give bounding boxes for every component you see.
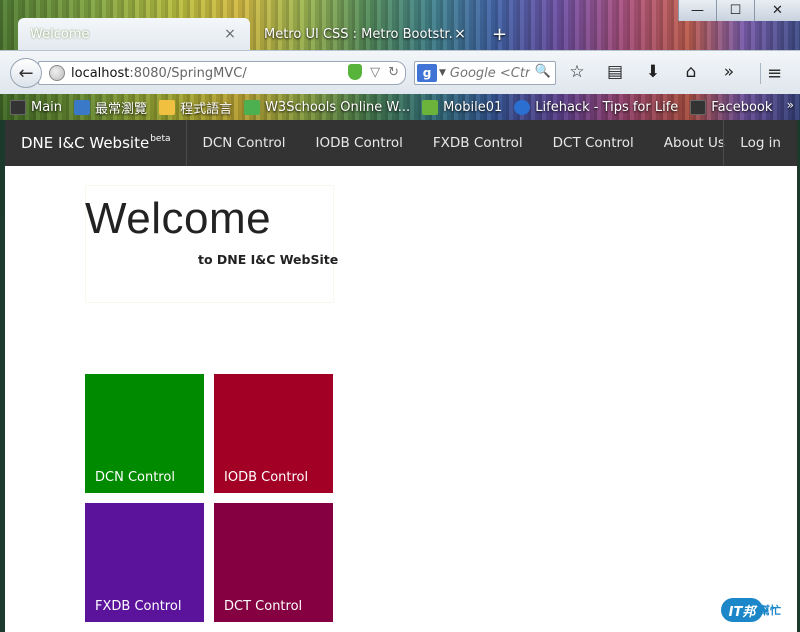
folder-icon: [159, 99, 176, 115]
page-icon: [690, 99, 707, 115]
site-brand[interactable]: DNE I&C Website beta: [5, 120, 188, 166]
bookmark-facebook[interactable]: Facebook: [690, 99, 772, 115]
page-subtitle: to DNE I&C WebSite: [198, 252, 339, 267]
tile-label: DCN Control: [95, 470, 175, 485]
tile-label: IODB Control: [224, 470, 309, 485]
watermark-text: 幫忙: [759, 604, 781, 617]
back-arrow-icon: ←: [18, 62, 34, 84]
tile-dcn-control[interactable]: DCN Control: [85, 374, 204, 493]
nav-iodb-control[interactable]: IODB Control: [301, 120, 418, 166]
window-controls: — ☐ ✕: [678, 0, 800, 22]
nav-dct-control[interactable]: DCT Control: [538, 120, 649, 166]
page-icon: [10, 99, 26, 115]
dropdown-icon[interactable]: ▽: [370, 65, 380, 80]
toolbar-icons: ☆ ▤ ⬇ ⌂ »: [566, 62, 740, 82]
maximize-button[interactable]: ☐: [716, 0, 754, 21]
minimize-button[interactable]: —: [678, 0, 716, 21]
bookmark-most-visited[interactable]: 最常瀏覽: [74, 98, 147, 117]
bookmark-w3schools[interactable]: W3Schools Online W...: [244, 99, 410, 115]
nav-fxdb-control[interactable]: FXDB Control: [418, 120, 538, 166]
url-path: :8080/SpringMVC/: [129, 65, 247, 81]
url-actions: ▽ ↻: [348, 64, 399, 80]
download-icon[interactable]: ⬇: [642, 62, 664, 82]
watermark-logo: IT邦: [721, 598, 763, 622]
shield-icon[interactable]: [348, 64, 363, 80]
page-title: Welcome: [85, 194, 272, 243]
tile-dct-control[interactable]: DCT Control: [214, 503, 333, 622]
search-icon[interactable]: 🔍: [535, 64, 551, 79]
bookmarks-overflow-icon[interactable]: »: [787, 98, 794, 112]
url-host: localhost: [71, 65, 130, 81]
menu-icon[interactable]: ≡: [760, 63, 782, 84]
tile-label: FXDB Control: [95, 599, 182, 614]
chevron-down-icon[interactable]: ▼: [439, 68, 446, 78]
tile-iodb-control[interactable]: IODB Control: [214, 374, 333, 493]
tab-title: Welcome: [30, 26, 90, 42]
close-window-button[interactable]: ✕: [754, 0, 800, 21]
tab-welcome[interactable]: Welcome ×: [18, 18, 250, 50]
bookmarks-list-icon[interactable]: ▤: [604, 62, 626, 82]
close-tab-icon[interactable]: ×: [222, 26, 238, 42]
search-bar[interactable]: g ▼ 🔍: [414, 61, 556, 85]
tab-metro-ui[interactable]: Metro UI CSS : Metro Bootstr... ×: [252, 18, 480, 50]
overflow-chevron-icon[interactable]: »: [718, 62, 740, 82]
nav-dcn-control[interactable]: DCN Control: [187, 120, 300, 166]
bookmarks-bar: Main 最常瀏覽 程式語言 W3Schools Online W... Mob…: [0, 94, 800, 120]
bookmark-mobile01[interactable]: Mobile01: [422, 99, 502, 115]
bookmark-main[interactable]: Main: [10, 99, 62, 115]
globe-icon: [49, 65, 65, 81]
w3-icon: [244, 99, 261, 115]
tab-title: Metro UI CSS : Metro Bootstr...: [264, 26, 452, 42]
brand-beta: beta: [150, 134, 171, 144]
google-icon[interactable]: g: [417, 64, 437, 82]
close-tab-icon[interactable]: ×: [452, 26, 468, 42]
search-input[interactable]: [449, 65, 530, 81]
tile-label: DCT Control: [224, 599, 303, 614]
bookmark-programming[interactable]: 程式語言: [159, 98, 232, 117]
new-tab-button[interactable]: +: [492, 24, 507, 45]
mobile01-icon: [422, 99, 439, 115]
home-icon[interactable]: ⌂: [680, 62, 702, 82]
magnifier-icon: [74, 99, 91, 115]
site-navbar: DNE I&C Website beta DCN Control IODB Con…: [5, 120, 797, 166]
navigation-toolbar: localhost:8080/SpringMVC/ ▽ ↻ ← g ▼ 🔍 ☆ …: [0, 50, 800, 94]
tile-fxdb-control[interactable]: FXDB Control: [85, 503, 204, 622]
lifehack-icon: [514, 99, 531, 115]
web-page: DNE I&C Website beta DCN Control IODB Con…: [5, 120, 797, 632]
bookmark-lifehack[interactable]: Lifehack - Tips for Life: [514, 99, 678, 115]
reload-icon[interactable]: ↻: [388, 65, 399, 80]
ithome-watermark: IT邦 幫忙: [721, 596, 781, 624]
url-bar[interactable]: localhost:8080/SpringMVC/ ▽ ↻: [38, 61, 406, 85]
back-button[interactable]: ←: [10, 58, 42, 88]
login-link[interactable]: Log in: [723, 120, 797, 166]
bookmark-star-icon[interactable]: ☆: [566, 62, 588, 82]
